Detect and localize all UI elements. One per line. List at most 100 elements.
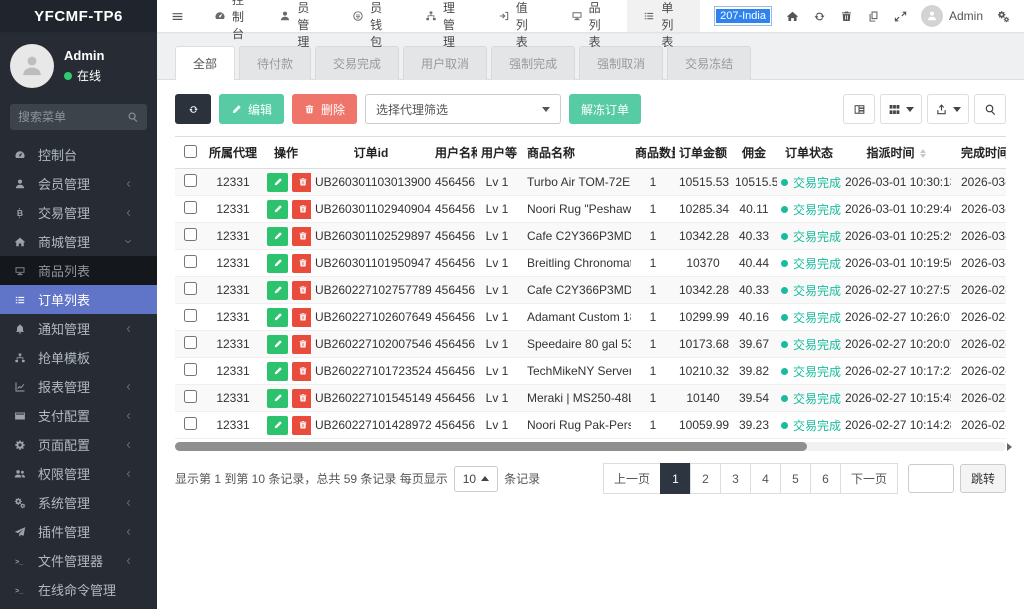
scrollbar-thumb[interactable] [175, 442, 807, 451]
page-button-3[interactable]: 3 [720, 463, 751, 494]
row-delete-button[interactable] [292, 227, 311, 246]
expand-icon[interactable] [894, 10, 907, 23]
detail-view-button[interactable] [843, 94, 875, 124]
sidebar-item-grab-template[interactable]: 抢单模板 [0, 343, 157, 372]
refresh-icon[interactable] [813, 10, 826, 23]
sidebar-item-trades[interactable]: B交易管理 [0, 198, 157, 227]
nav-item-goods-list[interactable]: 商品列表 [555, 0, 628, 32]
row-checkbox[interactable] [184, 417, 197, 430]
sidebar-item-reports[interactable]: 报表管理 [0, 372, 157, 401]
nav-item-order-list[interactable]: 订单列表 [627, 0, 700, 32]
tab-待付款[interactable]: 待付款 [239, 46, 311, 80]
sidebar-item-notify[interactable]: 通知管理 [0, 314, 157, 343]
sidebar-item-members[interactable]: 会员管理 [0, 169, 157, 198]
row-delete-button[interactable] [292, 254, 311, 273]
row-checkbox[interactable] [184, 201, 197, 214]
row-checkbox[interactable] [184, 255, 197, 268]
row-checkbox[interactable] [184, 309, 197, 322]
sidebar-item-online-command[interactable]: >_在线命令管理 [0, 575, 157, 604]
columns-button[interactable] [880, 94, 922, 124]
sidebar-item-file-manager[interactable]: >_文件管理器 [0, 546, 157, 575]
tab-强制完成[interactable]: 强制完成 [491, 46, 575, 80]
refresh-icon [188, 104, 199, 115]
page-button-2[interactable]: 2 [690, 463, 721, 494]
user-menu[interactable]: Admin [921, 5, 983, 27]
page-button-6[interactable]: 6 [810, 463, 841, 494]
tab-交易冻结[interactable]: 交易冻结 [667, 46, 751, 80]
jump-page-input[interactable] [908, 464, 954, 493]
edit-button[interactable]: 编辑 [219, 94, 284, 124]
row-edit-button[interactable] [267, 335, 288, 354]
jump-button[interactable]: 跳转 [960, 464, 1006, 493]
delete-button[interactable]: 删除 [292, 94, 357, 124]
nav-item-recharge-list[interactable]: 充值列表 [482, 0, 555, 32]
column-header-assigned_at[interactable]: 指派时间 [841, 137, 951, 169]
select-all-checkbox[interactable] [184, 145, 197, 158]
row-edit-button[interactable] [267, 227, 288, 246]
sidebar-item-order-list[interactable]: 订单列表 [0, 285, 157, 314]
row-delete-button[interactable] [292, 200, 311, 219]
nav-item-members[interactable]: 会员管理 [263, 0, 336, 32]
sidebar-item-plugins[interactable]: 插件管理 [0, 517, 157, 546]
nav-item-agents[interactable]: 代理管理 [409, 0, 482, 32]
sidebar-item-goods-list[interactable]: 商品列表 [0, 256, 157, 285]
nav-item-label: 会员管理 [297, 0, 320, 50]
page-button-5[interactable]: 5 [780, 463, 811, 494]
row-edit-button[interactable] [267, 281, 288, 300]
sidebar-item-dashboard[interactable]: 控制台 [0, 140, 157, 169]
quick-nav-input[interactable]: 207-India [714, 6, 772, 26]
row-delete-button[interactable] [292, 335, 311, 354]
prev-page-button[interactable]: 上一页 [603, 463, 661, 494]
menu-search-box[interactable] [10, 104, 147, 130]
export-button[interactable] [927, 94, 969, 124]
search-button[interactable] [974, 94, 1006, 124]
row-checkbox[interactable] [184, 228, 197, 241]
sort-icon[interactable] [920, 149, 926, 158]
tab-全部[interactable]: 全部 [175, 46, 235, 80]
tab-用户取消[interactable]: 用户取消 [403, 46, 487, 80]
row-delete-button[interactable] [292, 416, 311, 435]
horizontal-scrollbar[interactable] [175, 442, 1006, 451]
row-delete-button[interactable] [292, 389, 311, 408]
sidebar-item-permissions[interactable]: 权限管理 [0, 459, 157, 488]
orders-table: 所属代理操作订单id用户名称用户等级商品名称商品数量订单金额佣金订单状态指派时间… [175, 136, 1006, 439]
row-checkbox[interactable] [184, 363, 197, 376]
nav-item-dashboard[interactable]: 控制台 [198, 0, 263, 32]
row-checkbox[interactable] [184, 282, 197, 295]
row-edit-button[interactable] [267, 389, 288, 408]
copy-icon[interactable] [867, 10, 880, 23]
row-edit-button[interactable] [267, 173, 288, 192]
sidebar-toggle-button[interactable] [157, 0, 198, 32]
gear-icon [14, 439, 32, 451]
trash-icon[interactable] [840, 10, 853, 23]
tab-强制取消[interactable]: 强制取消 [579, 46, 663, 80]
row-edit-button[interactable] [267, 200, 288, 219]
menu-search-input[interactable] [18, 110, 121, 124]
sidebar-item-system[interactable]: 系统管理 [0, 488, 157, 517]
row-edit-button[interactable] [267, 254, 288, 273]
unfreeze-order-button[interactable]: 解冻订单 [569, 94, 641, 124]
row-checkbox[interactable] [184, 174, 197, 187]
agent-filter-select[interactable]: 选择代理筛选 [365, 94, 561, 124]
sidebar-item-payment-config[interactable]: 支付配置 [0, 401, 157, 430]
row-checkbox[interactable] [184, 390, 197, 403]
row-edit-button[interactable] [267, 362, 288, 381]
page-size-select[interactable]: 10 [454, 466, 498, 492]
next-page-button[interactable]: 下一页 [840, 463, 898, 494]
sidebar-item-page-config[interactable]: 页面配置 [0, 430, 157, 459]
tab-交易完成[interactable]: 交易完成 [315, 46, 399, 80]
row-delete-button[interactable] [292, 173, 311, 192]
page-button-1[interactable]: 1 [660, 463, 691, 494]
row-delete-button[interactable] [292, 362, 311, 381]
row-checkbox[interactable] [184, 336, 197, 349]
nav-item-wallets[interactable]: 会员钱包 [336, 0, 409, 32]
row-delete-button[interactable] [292, 281, 311, 300]
refresh-button[interactable] [175, 94, 211, 124]
page-button-4[interactable]: 4 [750, 463, 781, 494]
row-delete-button[interactable] [292, 308, 311, 327]
settings-gears-icon[interactable] [997, 10, 1010, 23]
row-edit-button[interactable] [267, 308, 288, 327]
sidebar-item-mall[interactable]: 商城管理 [0, 227, 157, 256]
home-icon[interactable] [786, 10, 799, 23]
row-edit-button[interactable] [267, 416, 288, 435]
